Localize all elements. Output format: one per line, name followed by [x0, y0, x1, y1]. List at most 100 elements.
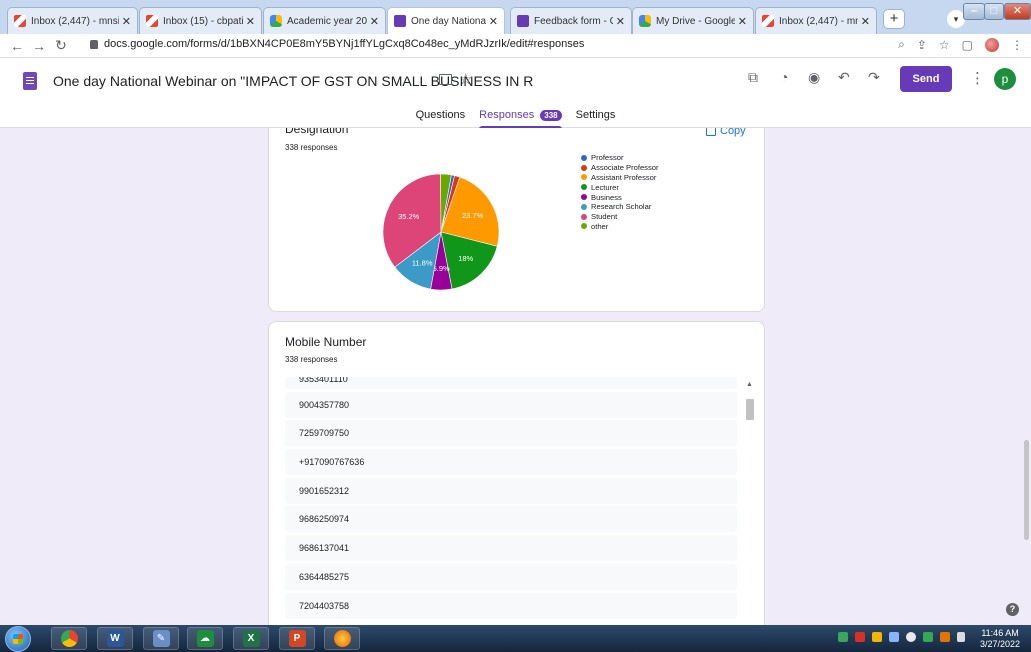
- browser-tab-4[interactable]: One day National W ✕: [387, 7, 505, 34]
- browser-tab-1[interactable]: Inbox (2,447) - mnsi ✕: [7, 7, 138, 34]
- browser-tabstrip: Inbox (2,447) - mnsi ✕ Inbox (15) - cbpa…: [0, 0, 1031, 34]
- excel-taskbar-icon[interactable]: X: [233, 627, 269, 650]
- preview-eye-icon[interactable]: ◉: [808, 69, 820, 86]
- reload-icon[interactable]: ↻: [50, 37, 72, 54]
- redo-icon[interactable]: ↷: [868, 69, 880, 86]
- drive-icon: [270, 15, 282, 27]
- close-icon[interactable]: ✕: [489, 15, 498, 28]
- more-vert-icon[interactable]: ⋮: [970, 69, 985, 87]
- tab-responses[interactable]: Responses 338: [479, 104, 563, 129]
- copy-label: Copy: [720, 128, 746, 137]
- taskbar-clock[interactable]: 11:46 AM 3/27/2022: [980, 628, 1020, 650]
- gmail-icon: [762, 15, 774, 27]
- list-item: +917090767636: [285, 449, 737, 476]
- tab-responses-label: Responses: [479, 109, 535, 121]
- list-item: 9353401110: [285, 377, 737, 389]
- browser-tab-3[interactable]: Academic year 2020 ✕: [263, 7, 386, 34]
- response-count: 338 responses: [285, 355, 338, 364]
- clock-time: 11:46 AM: [981, 628, 1019, 638]
- legend-label: Student: [591, 212, 618, 222]
- paint-taskbar-icon[interactable]: ✎: [143, 627, 179, 650]
- zoom-icon[interactable]: ⌕: [898, 37, 905, 52]
- close-icon[interactable]: ✕: [861, 15, 870, 28]
- legend-label: Research Scholar: [591, 202, 652, 212]
- start-button[interactable]: [5, 626, 31, 652]
- addons-icon[interactable]: ⧉: [748, 69, 758, 86]
- send-button[interactable]: Send: [900, 66, 952, 92]
- tab-title: Inbox (15) - cbpatilp: [163, 15, 243, 27]
- list-item: 7259709750: [285, 420, 737, 447]
- chrome-taskbar-icon[interactable]: [51, 627, 87, 650]
- tab-questions[interactable]: Questions: [416, 104, 466, 128]
- browser-tab-6[interactable]: My Drive - Google D ✕: [632, 7, 754, 34]
- legend-item: Research Scholar: [581, 202, 659, 212]
- mobile-number-list[interactable]: 9353401110 9004357780 7259709750 +917090…: [285, 377, 737, 621]
- close-icon[interactable]: ✕: [370, 15, 379, 28]
- browser-tab-5[interactable]: Feedback form - Go ✕: [510, 7, 632, 34]
- firefox-taskbar-icon[interactable]: [324, 627, 360, 650]
- page-scrollbar[interactable]: [1024, 440, 1029, 540]
- legend-swatch: [581, 223, 587, 230]
- tab-title: Inbox (2,447) - mnsi: [779, 15, 858, 27]
- folder-icon[interactable]: [439, 74, 452, 85]
- forward-icon[interactable]: →: [28, 38, 50, 54]
- pie-label: 35.2%: [398, 212, 420, 221]
- avatar[interactable]: p: [994, 68, 1016, 90]
- list-item: 6364485275: [285, 563, 737, 590]
- scroll-up-icon[interactable]: ▲: [746, 381, 753, 388]
- tray-app-icon[interactable]: [872, 632, 882, 642]
- list-item: 9004357780: [285, 391, 737, 418]
- window-minimize-button[interactable]: –: [963, 3, 985, 20]
- word-taskbar-icon[interactable]: W: [97, 627, 133, 650]
- tray-flag-icon[interactable]: [940, 632, 950, 642]
- copy-icon: [706, 128, 716, 136]
- tray-network-icon[interactable]: [838, 632, 848, 642]
- tray-app-icon[interactable]: [889, 632, 899, 642]
- forms-icon: [517, 15, 529, 27]
- tab-settings[interactable]: Settings: [576, 104, 616, 128]
- help-icon[interactable]: ?: [1006, 603, 1019, 616]
- legend-label: other: [591, 221, 609, 231]
- powerpoint-taskbar-icon[interactable]: P: [279, 627, 315, 650]
- window-close-button[interactable]: ✕: [1004, 3, 1031, 20]
- bookmark-star-icon[interactable]: ☆: [939, 38, 950, 52]
- windows-taskbar: W ✎ ☁ X P 11:46 AM 3/27/2022: [0, 625, 1031, 652]
- cloud-taskbar-icon[interactable]: ☁: [187, 627, 223, 650]
- tray-app-icon[interactable]: [855, 632, 865, 642]
- new-tab-button[interactable]: +: [883, 9, 905, 29]
- menu-icon[interactable]: ⋮: [1011, 38, 1023, 52]
- pie-label: 23.7%: [462, 211, 484, 220]
- close-icon[interactable]: ✕: [246, 15, 255, 28]
- system-tray: [838, 632, 965, 642]
- gmail-icon: [14, 15, 26, 27]
- extension-icon[interactable]: [985, 37, 999, 52]
- browser-tab-2[interactable]: Inbox (15) - cbpatilp ✕: [139, 7, 262, 34]
- sidepanel-icon[interactable]: ▢: [962, 38, 973, 52]
- responses-content: Designation 338 responses Copy 23.7% 18% 5…: [0, 128, 1031, 625]
- share-icon[interactable]: ⇪: [917, 38, 927, 52]
- address-bar: ← → ↻ docs.google.com/forms/d/1bBXN4CP0E…: [0, 34, 1031, 58]
- list-item: 7204403758: [285, 592, 737, 619]
- pie-label: 11.8%: [412, 259, 433, 268]
- window-maximize-button[interactable]: □: [984, 3, 1004, 20]
- tray-app-icon[interactable]: [923, 632, 933, 642]
- copy-chart-button[interactable]: Copy: [706, 128, 746, 137]
- url-field[interactable]: docs.google.com/forms/d/1bBXN4CP0E8mY5BY…: [90, 38, 584, 50]
- back-icon[interactable]: ←: [6, 38, 28, 54]
- signal-icon[interactable]: [957, 632, 965, 642]
- legend-item: Associate Professor: [581, 163, 659, 173]
- pie-label: 18%: [458, 254, 473, 263]
- list-scrollbar[interactable]: ▲: [743, 377, 757, 625]
- volume-icon[interactable]: [906, 632, 916, 642]
- undo-icon[interactable]: ↶: [838, 69, 850, 86]
- close-icon[interactable]: ✕: [738, 15, 747, 28]
- legend-swatch: [581, 184, 587, 191]
- palette-icon[interactable]: ◔: [780, 69, 788, 85]
- star-icon[interactable]: ☆: [459, 70, 472, 88]
- browser-tab-7[interactable]: Inbox (2,447) - mnsi ✕: [755, 7, 877, 34]
- forms-logo-icon[interactable]: [23, 72, 37, 90]
- close-icon[interactable]: ✕: [122, 15, 131, 28]
- list-item: 9686250974: [285, 506, 737, 533]
- close-icon[interactable]: ✕: [616, 15, 625, 28]
- scroll-thumb[interactable]: [746, 399, 754, 420]
